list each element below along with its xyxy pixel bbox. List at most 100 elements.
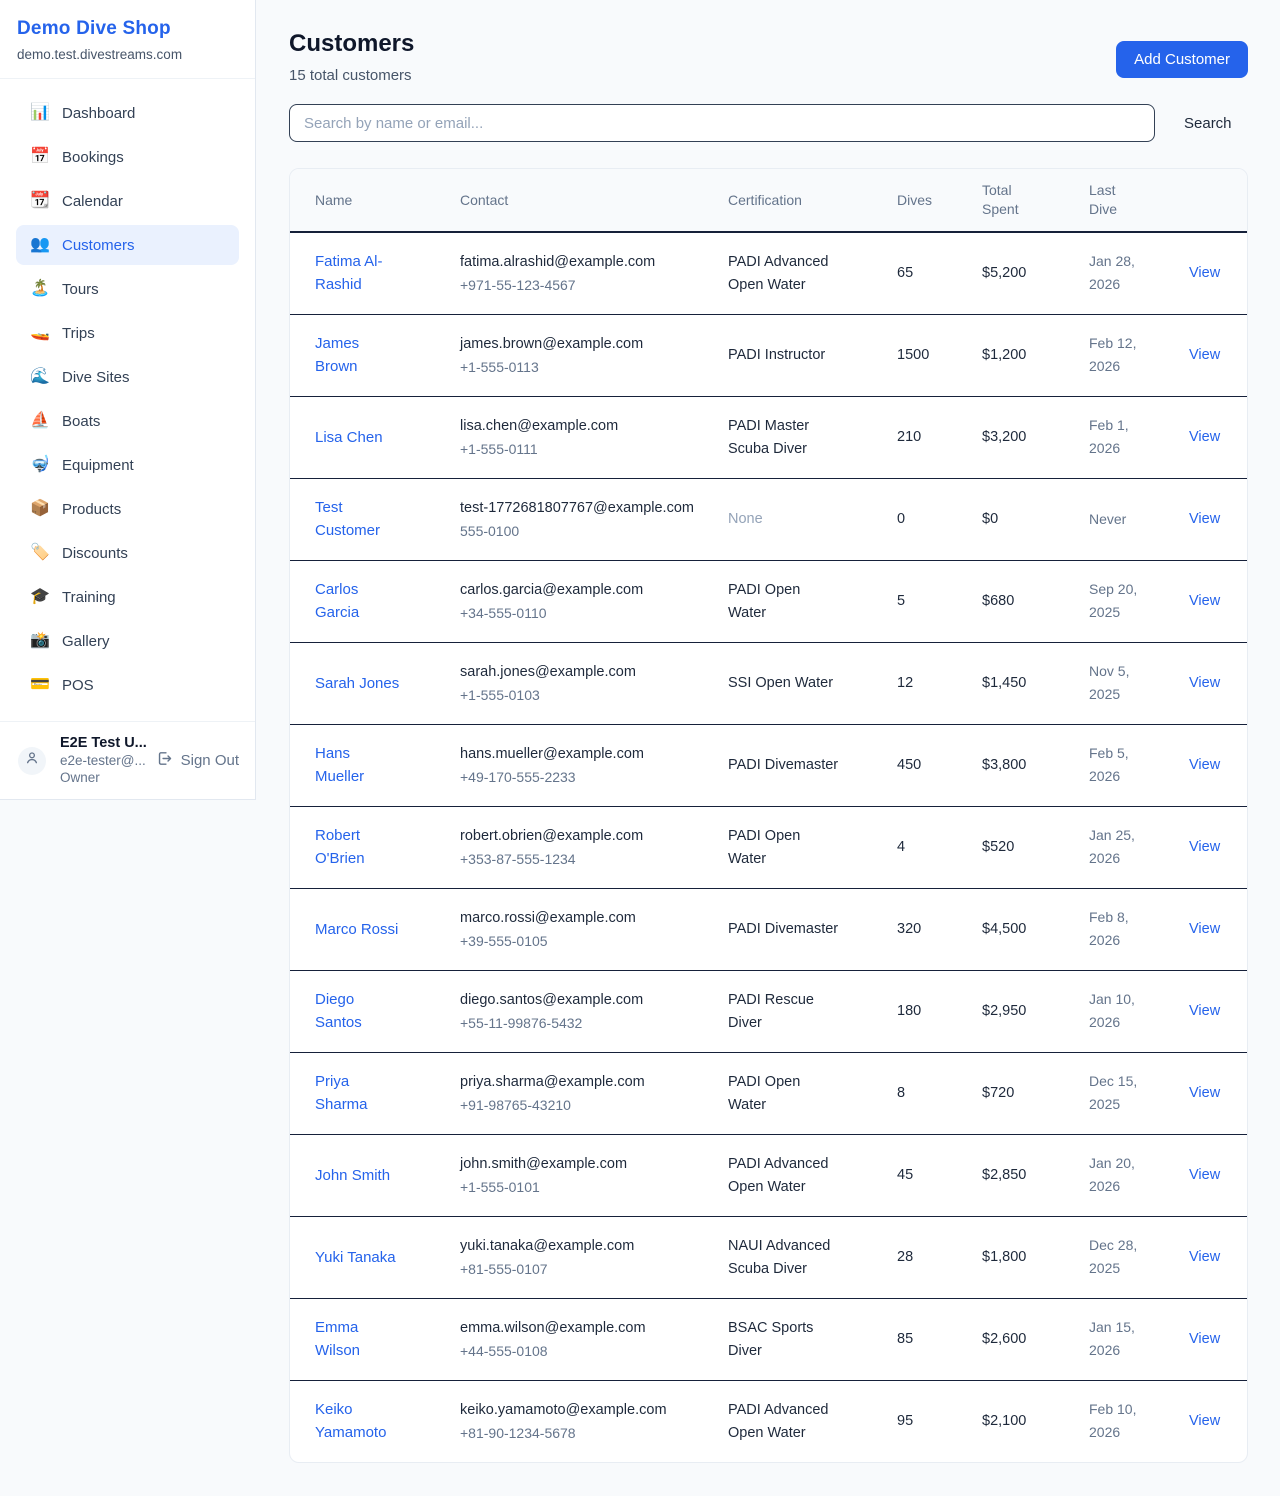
last-dive: Never	[1089, 508, 1126, 531]
customer-name-link[interactable]: Diego Santos	[315, 988, 403, 1034]
customers-table-card: NameContactCertificationDivesTotal Spent…	[289, 168, 1248, 1463]
cell-contact: sarah.jones@example.com+1-555-0103	[444, 643, 712, 725]
table-row: Fatima Al-Rashidfatima.alrashid@example.…	[290, 232, 1248, 315]
last-dive: Dec 15, 2025	[1089, 1070, 1147, 1116]
view-link[interactable]: View	[1189, 593, 1220, 609]
total-spent: $2,850	[966, 1135, 1073, 1217]
sidebar-item-training[interactable]: 🎓Training	[16, 577, 239, 617]
sidebar-item-dashboard[interactable]: 📊Dashboard	[16, 93, 239, 133]
sidebar: Demo Dive Shop demo.test.divestreams.com…	[0, 0, 256, 800]
add-customer-button[interactable]: Add Customer	[1116, 41, 1248, 78]
sidebar-item-discounts[interactable]: 🏷️Discounts	[16, 533, 239, 573]
view-link[interactable]: View	[1189, 1085, 1220, 1101]
certification: None	[728, 508, 763, 531]
view-link[interactable]: View	[1189, 921, 1220, 937]
customer-name-link[interactable]: John Smith	[315, 1164, 390, 1187]
column-header: Certification	[712, 169, 881, 232]
customer-name-link[interactable]: Lisa Chen	[315, 426, 383, 449]
customer-name-link[interactable]: James Brown	[315, 332, 403, 378]
certification: PADI Advanced Open Water	[728, 251, 842, 297]
cell-action: View	[1173, 1381, 1248, 1463]
view-link[interactable]: View	[1189, 1003, 1220, 1019]
customer-name-link[interactable]: Emma Wilson	[315, 1316, 403, 1362]
cell-certification: PADI Advanced Open Water	[712, 232, 881, 315]
view-link[interactable]: View	[1189, 429, 1220, 445]
customer-name-link[interactable]: Fatima Al-Rashid	[315, 250, 403, 296]
sidebar-item-boats[interactable]: ⛵Boats	[16, 401, 239, 441]
dives-count: 95	[881, 1381, 966, 1463]
certification: PADI Advanced Open Water	[728, 1153, 842, 1199]
view-link[interactable]: View	[1189, 1167, 1220, 1183]
bar-chart-icon: 📊	[30, 105, 50, 121]
customer-email: keiko.yamamoto@example.com	[460, 1399, 696, 1422]
page-header: Customers 15 total customers Add Custome…	[289, 30, 1248, 84]
sidebar-item-bookings[interactable]: 📅Bookings	[16, 137, 239, 177]
cell-certification: PADI Instructor	[712, 315, 881, 397]
cell-contact: james.brown@example.com+1-555-0113	[444, 315, 712, 397]
table-row: Diego Santos diego.santos@example.com+55-…	[290, 971, 1248, 1053]
last-dive: Sep 20, 2025	[1089, 578, 1147, 624]
sidebar-item-products[interactable]: 📦Products	[16, 489, 239, 529]
view-link[interactable]: View	[1189, 1249, 1220, 1265]
dives-count: 4	[881, 807, 966, 889]
speedboat-icon: 🚤	[30, 325, 50, 341]
cell-contact: yuki.tanaka@example.com+81-555-0107	[444, 1217, 712, 1299]
view-link[interactable]: View	[1189, 1413, 1220, 1429]
table-row: Hans Muellerhans.mueller@example.com+49-…	[290, 725, 1248, 807]
cell-name: Priya Sharma	[290, 1053, 444, 1135]
customer-name-link[interactable]: Hans Mueller	[315, 742, 403, 788]
cell-contact: keiko.yamamoto@example.com+81-90-1234-56…	[444, 1381, 712, 1463]
total-spent: $3,800	[966, 725, 1073, 807]
search-button[interactable]: Search	[1182, 111, 1234, 136]
table-row: Emma Wilsonemma.wilson@example.com+44-55…	[290, 1299, 1248, 1381]
last-dive: Jan 15, 2026	[1089, 1316, 1147, 1362]
table-row: Yuki Tanaka yuki.tanaka@example.com+81-55…	[290, 1217, 1248, 1299]
certification: PADI Rescue Diver	[728, 989, 842, 1035]
customer-name-link[interactable]: Marco Rossi	[315, 918, 398, 941]
view-link[interactable]: View	[1189, 1331, 1220, 1347]
sidebar-item-customers[interactable]: 👥Customers	[16, 225, 239, 265]
cell-name: Hans Mueller	[290, 725, 444, 807]
sidebar-item-tours[interactable]: 🏝️Tours	[16, 269, 239, 309]
cell-certification: BSAC Sports Diver	[712, 1299, 881, 1381]
total-spent: $4,500	[966, 889, 1073, 971]
cell-name: Emma Wilson	[290, 1299, 444, 1381]
view-link[interactable]: View	[1189, 511, 1220, 527]
view-link[interactable]: View	[1189, 839, 1220, 855]
customer-email: emma.wilson@example.com	[460, 1317, 696, 1340]
customer-name-link[interactable]: Test Customer	[315, 496, 403, 542]
customer-name-link[interactable]: Priya Sharma	[315, 1070, 403, 1116]
certification: PADI Divemaster	[728, 918, 838, 941]
customer-phone: +55-11-99876-5432	[460, 1012, 696, 1035]
search-input[interactable]	[289, 104, 1155, 142]
customer-phone: +353-87-555-1234	[460, 848, 696, 871]
view-link[interactable]: View	[1189, 347, 1220, 363]
sidebar-item-equipment[interactable]: 🤿Equipment	[16, 445, 239, 485]
customer-phone: +1-555-0101	[460, 1176, 696, 1199]
customer-name-link[interactable]: Carlos Garcia	[315, 578, 403, 624]
graduation-cap-icon: 🎓	[30, 589, 50, 605]
last-dive: Jan 10, 2026	[1089, 988, 1147, 1034]
sidebar-item-trips[interactable]: 🚤Trips	[16, 313, 239, 353]
cell-contact: diego.santos@example.com+55-11-99876-543…	[444, 971, 712, 1053]
cell-last-dive: Never	[1073, 479, 1173, 561]
view-link[interactable]: View	[1189, 675, 1220, 691]
view-link[interactable]: View	[1189, 265, 1220, 281]
people-icon: 👥	[30, 237, 50, 253]
view-link[interactable]: View	[1189, 757, 1220, 773]
sidebar-item-gallery[interactable]: 📸Gallery	[16, 621, 239, 661]
sign-out-button[interactable]: Sign Out	[156, 750, 239, 771]
sidebar-item-label: Equipment	[62, 457, 134, 474]
customer-name-link[interactable]: Keiko Yamamoto	[315, 1398, 403, 1444]
table-row: Carlos Garciacarlos.garcia@example.com+3…	[290, 561, 1248, 643]
sidebar-item-dive-sites[interactable]: 🌊Dive Sites	[16, 357, 239, 397]
customer-name-link[interactable]: Sarah Jones	[315, 672, 399, 695]
customer-name-link[interactable]: Robert O'Brien	[315, 824, 403, 870]
dives-count: 85	[881, 1299, 966, 1381]
sidebar-item-calendar[interactable]: 📆Calendar	[16, 181, 239, 221]
cell-last-dive: Nov 5, 2025	[1073, 643, 1173, 725]
cell-name: Carlos Garcia	[290, 561, 444, 643]
sidebar-item-pos[interactable]: 💳POS	[16, 665, 239, 705]
user-box: E2E Test U... e2e-tester@... Owner Sign …	[0, 721, 255, 799]
customer-name-link[interactable]: Yuki Tanaka	[315, 1246, 396, 1269]
